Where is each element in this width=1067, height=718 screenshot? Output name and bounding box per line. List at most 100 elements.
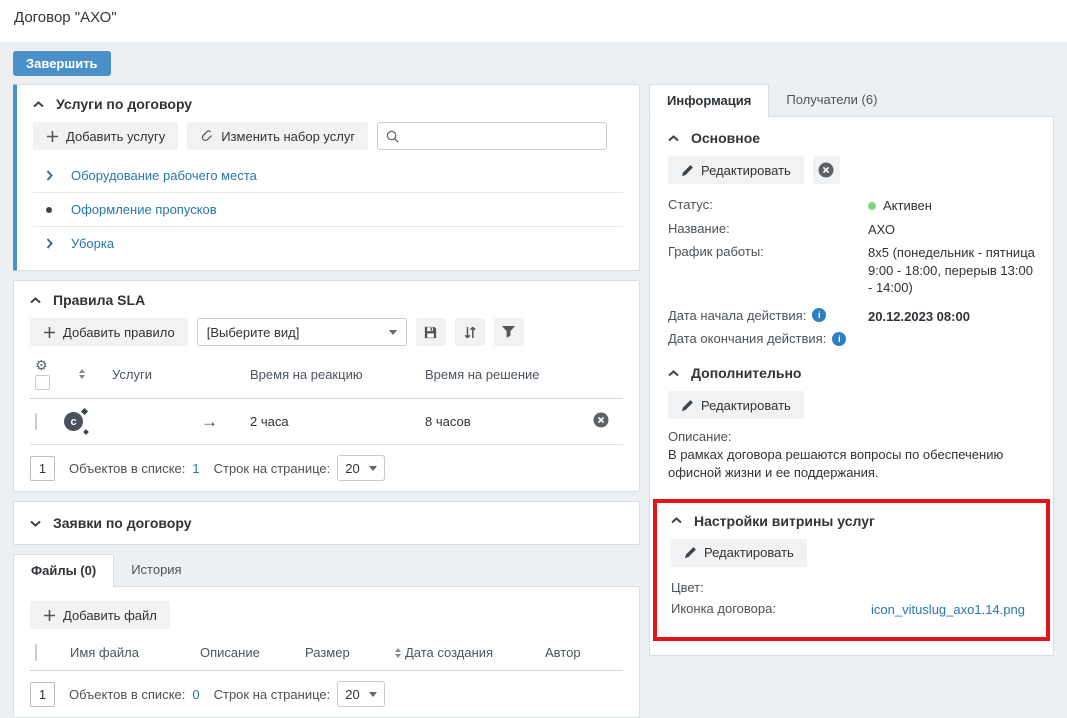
chevron-right-icon[interactable] bbox=[43, 170, 55, 181]
filter-button[interactable] bbox=[494, 318, 524, 346]
add-service-button[interactable]: Добавить услугу bbox=[33, 122, 178, 150]
services-list: Оборудование рабочего места Оформление п… bbox=[33, 159, 623, 260]
main-section-header[interactable]: Основное bbox=[668, 130, 1035, 146]
reaction-time-cell: 2 часа bbox=[250, 414, 425, 429]
additional-section-header[interactable]: Дополнительно bbox=[668, 365, 1035, 381]
column-header[interactable]: Время на решение bbox=[425, 367, 593, 382]
description-label: Описание: bbox=[668, 429, 1035, 444]
delete-rule-button[interactable] bbox=[593, 412, 609, 428]
rows-per-page-select[interactable]: 20 bbox=[337, 681, 385, 707]
sort-button[interactable] bbox=[455, 318, 485, 346]
services-panel-header[interactable]: Услуги по договору bbox=[33, 96, 623, 112]
bullet-icon bbox=[43, 207, 55, 213]
resolution-time-cell: 8 часов bbox=[425, 414, 593, 429]
objects-count-value: 0 bbox=[192, 687, 199, 702]
edit-service-set-button[interactable]: Изменить набор услуг bbox=[187, 122, 368, 150]
chevron-up-icon bbox=[668, 135, 679, 142]
edit-main-button[interactable]: Редактировать bbox=[668, 156, 804, 184]
chevron-up-icon bbox=[30, 297, 41, 304]
tab-files[interactable]: Файлы (0) bbox=[13, 554, 114, 587]
contract-icon-link[interactable]: icon_vituslug_axo1.14.png bbox=[871, 602, 1025, 617]
add-file-button[interactable]: Добавить файл bbox=[30, 601, 170, 629]
services-search-input[interactable] bbox=[405, 129, 598, 144]
field-schedule: График работы: 8x5 (понедельник - пятниц… bbox=[668, 241, 1035, 300]
page-number-button[interactable]: 1 bbox=[30, 456, 55, 481]
column-header[interactable]: Время на реакцию bbox=[250, 367, 425, 382]
sort-icon[interactable] bbox=[64, 369, 100, 379]
list-item: Оформление пропусков bbox=[33, 193, 623, 227]
sla-table-header: ⚙ Услуги Время на реакцию Время на решен… bbox=[30, 358, 623, 399]
services-search[interactable] bbox=[377, 122, 607, 150]
files-pagination: 1 Объектов в списке: 0 Строк на странице… bbox=[30, 681, 623, 707]
plus-icon bbox=[43, 326, 56, 339]
content: Завершить Услуги по договору Добавить ус… bbox=[0, 42, 1067, 718]
field-start-date: Дата начала действия: i 20.12.2023 08:00 bbox=[668, 305, 1035, 329]
chevron-down-icon bbox=[30, 520, 41, 527]
info-icon[interactable]: i bbox=[832, 332, 846, 346]
service-link[interactable]: Уборка bbox=[71, 236, 114, 251]
services-panel-title: Услуги по договору bbox=[56, 96, 192, 112]
row-checkbox[interactable] bbox=[35, 413, 37, 430]
info-icon[interactable]: i bbox=[812, 308, 826, 322]
main-section-title: Основное bbox=[691, 130, 760, 146]
rows-per-page-select[interactable]: 20 bbox=[337, 455, 385, 481]
sla-panel-title: Правила SLA bbox=[53, 292, 145, 308]
close-contract-button[interactable] bbox=[813, 156, 840, 184]
column-header[interactable]: Услуги bbox=[100, 367, 250, 382]
objects-count-label: Объектов в списке: bbox=[69, 461, 185, 476]
arrow-right-icon: → bbox=[201, 413, 218, 430]
sort-icon[interactable] bbox=[395, 648, 401, 658]
column-header[interactable]: Дата создания bbox=[405, 645, 493, 660]
edit-additional-button[interactable]: Редактировать bbox=[668, 391, 804, 419]
add-rule-button[interactable]: Добавить правило bbox=[30, 318, 188, 346]
chevron-right-icon[interactable] bbox=[43, 238, 55, 249]
objects-count-value: 1 bbox=[192, 461, 199, 476]
field-end-date: Дата окончания действия: i bbox=[668, 328, 1035, 349]
showcase-section-highlight: Настройки витрины услуг Редактировать Цв… bbox=[653, 499, 1050, 642]
files-table-header: Имя файла Описание Размер Дата создания … bbox=[30, 645, 623, 671]
objects-count-label: Объектов в списке: bbox=[69, 687, 185, 702]
view-select[interactable]: [Выберите вид] bbox=[197, 318, 407, 346]
rows-per-page-label: Строк на странице: bbox=[214, 461, 331, 476]
finish-button[interactable]: Завершить bbox=[13, 51, 111, 76]
list-item: Оборудование рабочего места bbox=[33, 159, 623, 193]
showcase-section-header[interactable]: Настройки витрины услуг bbox=[671, 513, 1032, 529]
tab-recipients[interactable]: Получатели (6) bbox=[769, 84, 894, 116]
left-column: Услуги по договору Добавить услугу Измен… bbox=[13, 84, 640, 718]
paperclip-icon bbox=[200, 129, 214, 143]
field-status: Статус: Активен bbox=[668, 194, 1035, 218]
chevron-up-icon bbox=[668, 370, 679, 377]
service-link[interactable]: Оборудование рабочего места bbox=[71, 168, 257, 183]
list-item: Уборка bbox=[33, 227, 623, 260]
pencil-icon bbox=[681, 399, 694, 412]
column-header[interactable]: Имя файла bbox=[70, 645, 200, 660]
sla-panel-header[interactable]: Правила SLA bbox=[30, 292, 623, 308]
field-contract-icon: Иконка договора: icon_vituslug_axo1.14.p… bbox=[671, 598, 1032, 622]
column-header[interactable]: Размер bbox=[305, 645, 395, 660]
services-panel: Услуги по договору Добавить услугу Измен… bbox=[13, 84, 640, 271]
info-tabs: Информация Получатели (6) bbox=[649, 84, 1054, 116]
sla-panel: Правила SLA Добавить правило [Выберите в… bbox=[13, 280, 640, 492]
information-panel: Основное Редактировать Статус: bbox=[649, 116, 1054, 656]
tab-history[interactable]: История bbox=[114, 554, 198, 586]
field-color: Цвет: bbox=[671, 577, 1032, 598]
plus-icon bbox=[43, 609, 56, 622]
tab-information[interactable]: Информация bbox=[649, 84, 769, 117]
circle-x-icon bbox=[593, 412, 609, 428]
select-all-checkbox[interactable] bbox=[35, 375, 50, 390]
page-number-button[interactable]: 1 bbox=[30, 682, 55, 707]
save-view-button[interactable] bbox=[416, 318, 446, 346]
chevron-up-icon bbox=[33, 101, 44, 108]
column-header[interactable]: Автор bbox=[545, 645, 623, 660]
status-dot bbox=[868, 202, 876, 210]
description-text: В рамках договора решаются вопросы по об… bbox=[668, 446, 1035, 482]
edit-showcase-button[interactable]: Редактировать bbox=[671, 539, 807, 567]
select-all-checkbox[interactable] bbox=[35, 644, 37, 661]
gear-icon[interactable]: ⚙ bbox=[35, 358, 48, 372]
page-header: Договор "АХО" bbox=[0, 0, 1067, 42]
column-header[interactable]: Описание bbox=[200, 645, 305, 660]
chevron-down-icon bbox=[389, 330, 397, 335]
requests-panel-header[interactable]: Заявки по договору bbox=[30, 515, 623, 531]
service-link[interactable]: Оформление пропусков bbox=[71, 202, 217, 217]
filter-icon bbox=[501, 325, 516, 339]
